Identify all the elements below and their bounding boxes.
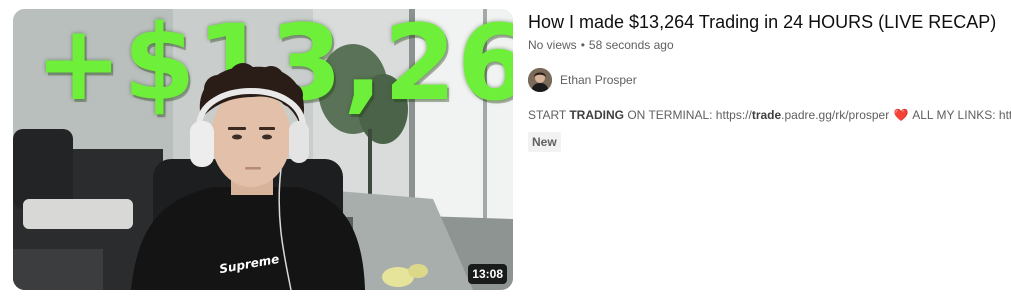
video-description-snippet: START TRADING ON TERMINAL: https://trade… — [528, 106, 1011, 124]
view-count: No views — [528, 38, 577, 52]
desc-part-1: START — [528, 108, 570, 122]
video-result[interactable]: +$13,264 — [0, 0, 1011, 303]
duration-badge: 13:08 — [468, 264, 507, 284]
desc-part-2: ON TERMINAL: https:// — [624, 108, 752, 122]
stats-separator: • — [580, 38, 585, 52]
video-title[interactable]: How I made $13,264 Trading in 24 HOURS (… — [528, 10, 1011, 34]
channel-info[interactable]: Ethan Prosper — [528, 68, 1011, 92]
desc-bold-1: TRADING — [569, 108, 625, 122]
desc-part-4: ALL MY LINKS: https — [912, 108, 1011, 122]
desc-part-3: .padre.gg/rk/prosper — [781, 108, 893, 122]
new-badge: New — [528, 132, 561, 152]
avatar-photo-icon — [528, 68, 552, 92]
video-metadata: How I made $13,264 Trading in 24 HOURS (… — [528, 10, 1011, 152]
desc-bold-2: trade — [751, 108, 782, 122]
channel-name[interactable]: Ethan Prosper — [560, 71, 637, 89]
video-stats: No views • 58 seconds ago — [528, 36, 1011, 54]
video-thumbnail[interactable]: +$13,264 — [13, 9, 513, 290]
heart-icon: ❤️ — [893, 108, 909, 122]
thumbnail-person — [131, 63, 365, 290]
upload-time: 58 seconds ago — [588, 38, 674, 52]
channel-avatar[interactable] — [528, 68, 552, 92]
